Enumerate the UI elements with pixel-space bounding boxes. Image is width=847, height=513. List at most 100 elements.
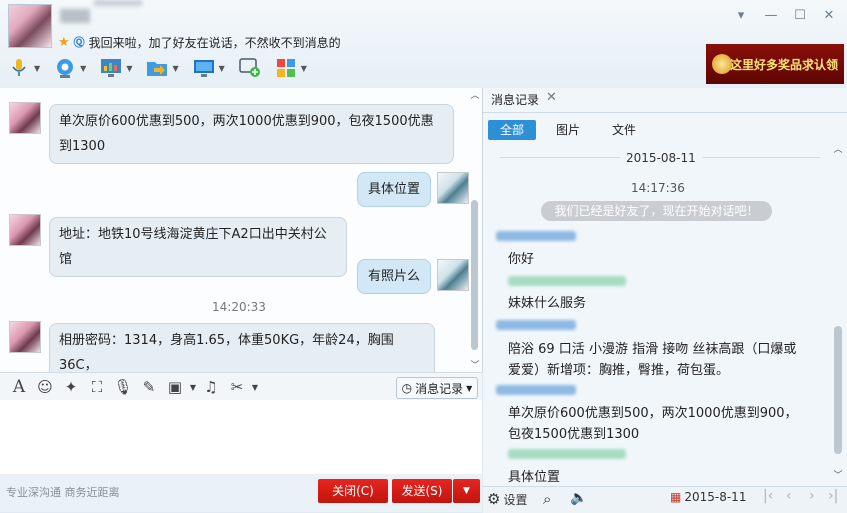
- microphone-icon: [8, 57, 30, 79]
- add-chat-icon: [239, 57, 261, 79]
- sender-name-blurred: [496, 320, 576, 330]
- minimize-button[interactable]: —: [760, 6, 782, 26]
- contact-avatar[interactable]: [9, 321, 41, 353]
- chevron-down-icon[interactable]: ▼: [80, 64, 86, 73]
- chevron-down-icon[interactable]: ▼: [172, 64, 178, 73]
- chevron-down-icon[interactable]: ▼: [250, 383, 260, 392]
- settings-label: 设置: [503, 492, 528, 507]
- scrollbar-thumb[interactable]: [471, 200, 478, 350]
- remote-assist-icon: [193, 57, 215, 79]
- filter-images[interactable]: 图片: [546, 120, 590, 140]
- screen-share-button[interactable]: ▼: [100, 57, 132, 79]
- dropdown-icon[interactable]: ▾: [730, 6, 752, 26]
- emoji-icon[interactable]: ☺: [32, 378, 58, 396]
- chevron-up-icon[interactable]: ︿: [832, 142, 844, 155]
- history-message: 妹妹什么服务: [508, 296, 587, 311]
- chevron-down-icon[interactable]: ﹀: [470, 358, 480, 371]
- microphone-button[interactable]: ▼: [8, 57, 40, 79]
- send-options-button[interactable]: ▼: [453, 479, 480, 503]
- message-bubble: 具体位置: [357, 172, 431, 207]
- chevron-down-icon[interactable]: ﹀: [832, 468, 844, 481]
- font-icon[interactable]: A: [6, 377, 32, 397]
- date-picker-label: 2015-8-11: [684, 490, 747, 504]
- chevron-down-icon[interactable]: ▼: [219, 64, 225, 73]
- chevron-down-icon[interactable]: ▼: [34, 64, 40, 73]
- contact-avatar[interactable]: [9, 102, 41, 134]
- sender-name-blurred: [496, 231, 576, 241]
- add-chat-button[interactable]: [239, 57, 261, 79]
- scissors-icon[interactable]: ✂: [224, 378, 250, 396]
- file-transfer-button[interactable]: ▼: [146, 57, 179, 79]
- chevron-down-icon[interactable]: ▼: [188, 383, 198, 392]
- video-camera-icon: [54, 57, 76, 79]
- message-history-button[interactable]: ◷ 消息记录 ▼: [396, 377, 478, 399]
- screenshot-icon[interactable]: ⛶: [84, 378, 110, 396]
- history-message: 具体位置: [508, 470, 561, 485]
- first-page-icon[interactable]: |‹: [763, 488, 773, 504]
- clock-icon: ◷: [401, 381, 413, 395]
- settings-button[interactable]: ⚙ 设置: [487, 490, 527, 508]
- footer-slogan: 专业深沟通 商务近距离: [6, 486, 120, 499]
- prev-page-icon[interactable]: ‹: [786, 488, 792, 504]
- last-page-icon[interactable]: ›|: [828, 488, 838, 504]
- coin-icon: [712, 54, 732, 74]
- speaker-icon[interactable]: 🔈: [570, 490, 587, 506]
- next-page-icon[interactable]: ›: [809, 488, 815, 504]
- scrollbar-thumb[interactable]: [834, 326, 842, 454]
- history-scrollbar[interactable]: ︿ ﹀: [832, 142, 844, 482]
- magic-wand-icon[interactable]: ✦: [58, 378, 84, 396]
- close-icon[interactable]: ✕: [546, 90, 557, 105]
- apps-icon: [275, 57, 297, 79]
- calendar-icon: ▦: [670, 490, 682, 504]
- filter-files[interactable]: 文件: [602, 120, 646, 140]
- chat-scrollbar[interactable]: ︿ ﹀: [470, 88, 480, 372]
- chat-message-area[interactable]: 单次原价600优惠到500，两次1000优惠到900，包夜1500优惠到1300…: [0, 88, 483, 372]
- history-message: 单次原价600优惠到500，两次1000优惠到900，包夜1500优惠到1300: [508, 406, 798, 442]
- contact-name-blurred[interactable]: [60, 9, 90, 23]
- message-history-label: 消息记录: [415, 381, 464, 396]
- my-avatar[interactable]: [437, 259, 469, 291]
- gear-icon: ⚙: [487, 490, 501, 508]
- file-transfer-icon: [146, 57, 168, 79]
- filter-all[interactable]: 全部: [488, 120, 536, 140]
- my-avatar[interactable]: [437, 172, 469, 204]
- chevron-down-icon[interactable]: ▼: [301, 64, 307, 73]
- chevron-up-icon[interactable]: ︿: [470, 88, 480, 101]
- sender-name-blurred: [496, 385, 576, 395]
- video-button[interactable]: ▼: [54, 57, 86, 79]
- message-input[interactable]: [0, 400, 482, 474]
- screen-share-icon: [100, 57, 122, 79]
- history-time: 14:17:36: [631, 181, 685, 195]
- edit-icon[interactable]: ✎: [136, 378, 162, 396]
- image-icon[interactable]: ▣: [162, 378, 188, 396]
- music-icon[interactable]: ♫: [198, 378, 224, 396]
- contact-avatar[interactable]: [8, 4, 52, 48]
- window-title-blurred: [94, 0, 142, 6]
- apps-button[interactable]: ▼: [275, 57, 307, 79]
- sender-name-blurred: [508, 276, 626, 286]
- history-tab[interactable]: 消息记录: [491, 91, 539, 108]
- status-message: 我回来啦，加了好友在说话，不然收不到消息的: [88, 35, 341, 50]
- contact-avatar[interactable]: [9, 214, 41, 246]
- chevron-down-icon[interactable]: ▼: [126, 64, 132, 73]
- input-toolbar: A ☺ ✦ ⛶ 🎙 ✎ ▣ ▼ ♫ ✂ ▼ ◷ 消息记录 ▼: [0, 372, 482, 401]
- history-bottom-bar: [483, 486, 847, 513]
- close-window-button[interactable]: ✕: [818, 6, 840, 26]
- message-bubble: 单次原价600优惠到500，两次1000优惠到900，包夜1500优惠到1300: [49, 104, 454, 164]
- maximize-button[interactable]: ☐: [789, 6, 811, 26]
- ad-banner[interactable]: 这里好多奖品求认领: [706, 44, 844, 84]
- voice-message-icon[interactable]: 🎙: [110, 378, 136, 396]
- ad-text: 这里好多奖品求认领: [729, 57, 838, 72]
- message-bubble: 地址：地铁10号线海淀黄庄下A2口出中关村公馆: [49, 217, 347, 277]
- history-message: 陪浴 69 口活 小漫游 指滑 接吻 丝袜高跟（口爆或爱爱）新增项：胸推，臀推，…: [508, 342, 797, 378]
- star-icon: ★: [58, 34, 70, 50]
- qq-icon: Ⓠ: [73, 36, 85, 49]
- remote-assist-button[interactable]: ▼: [193, 57, 225, 79]
- call-toolbar: ▼ ▼ ▼ ▼ ▼ ▼: [8, 54, 321, 82]
- chevron-down-icon: ▼: [466, 383, 473, 393]
- search-icon[interactable]: ⌕: [543, 490, 551, 508]
- date-picker-button[interactable]: ▦ 2015-8-11: [670, 490, 746, 504]
- message-bubble: 有照片么: [357, 259, 431, 294]
- close-button[interactable]: 关闭(C): [318, 479, 388, 503]
- send-button[interactable]: 发送(S): [392, 479, 452, 503]
